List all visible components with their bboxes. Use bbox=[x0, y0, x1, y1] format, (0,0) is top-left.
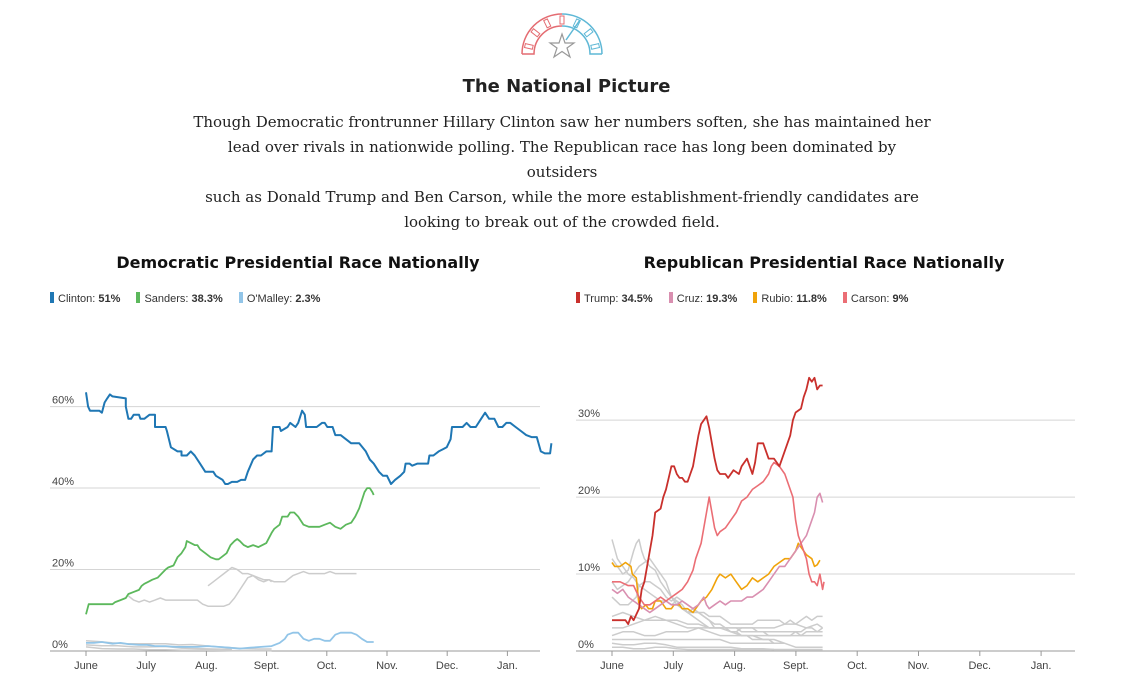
legend-value: 34.5% bbox=[621, 293, 653, 305]
other-candidate-line bbox=[207, 566, 273, 587]
y-tick-label: 30% bbox=[578, 408, 600, 420]
x-tick-label: July bbox=[136, 660, 156, 672]
legend-value: 38.3% bbox=[191, 293, 223, 305]
x-tick-label: Oct. bbox=[847, 660, 867, 672]
x-tick-label: June bbox=[74, 660, 98, 672]
legend-value: 19.3% bbox=[706, 293, 738, 305]
gauge-tick bbox=[530, 28, 541, 38]
legend-swatch bbox=[576, 292, 580, 303]
y-tick-label: 0% bbox=[52, 639, 68, 651]
y-tick-label: 60% bbox=[52, 395, 74, 407]
legend-swatch bbox=[842, 292, 847, 303]
x-tick-label: Dec. bbox=[436, 660, 459, 672]
star-icon bbox=[548, 32, 576, 59]
legend-label: O'Malley: bbox=[246, 293, 293, 305]
legend-item-cruz: Cruz: 19.3% bbox=[668, 292, 738, 305]
legend-label: Cruz: bbox=[676, 293, 704, 305]
legend-item-sanders: Sanders: 38.3% bbox=[136, 292, 223, 305]
gauge-tick bbox=[543, 18, 552, 29]
x-tick-label: Oct. bbox=[317, 660, 337, 672]
poll-gauge-logo bbox=[521, 13, 603, 59]
legend-item-rubio: Rubio: 11.8% bbox=[753, 292, 827, 305]
series-line-sanders bbox=[85, 487, 375, 615]
legend-value: 9% bbox=[892, 293, 909, 305]
republican-line-chart: 0% 10% 20% 30% June July Aug. Sept. Oct. Nov. Dec.… bbox=[576, 376, 1075, 672]
x-tick-label: Sept. bbox=[783, 660, 809, 672]
x-tick-label: Jan. bbox=[1031, 660, 1052, 672]
x-tick-label: June bbox=[600, 660, 624, 672]
legend-swatch bbox=[238, 292, 243, 303]
legend-swatch bbox=[668, 292, 673, 303]
democratic-chart-title: Democratic Presidential Race Nationally bbox=[116, 253, 480, 272]
legend-swatch bbox=[753, 292, 758, 303]
republican-chart-title: Republican Presidential Race Nationally bbox=[643, 253, 1005, 272]
x-tick-label: Nov. bbox=[908, 660, 930, 672]
gauge-tick bbox=[583, 28, 594, 38]
legend-label: Trump: bbox=[584, 293, 619, 305]
page-title: The National Picture bbox=[462, 76, 671, 97]
democratic-line-chart: 0% 20% 40% 60% June July Aug. Sept. Oct. Nov. Dec.… bbox=[50, 392, 553, 672]
legend-label: Clinton: bbox=[58, 293, 96, 305]
y-tick-label: 40% bbox=[52, 476, 74, 488]
y-tick-label: 0% bbox=[578, 639, 594, 651]
intro-line: such as Donald Trump and Ben Carson, whi… bbox=[205, 188, 919, 206]
x-tick-label: Sept. bbox=[254, 660, 280, 672]
legend-swatch bbox=[136, 292, 141, 303]
legend-label: Rubio: bbox=[761, 293, 794, 305]
intro-line: Though Democratic frontrunner Hillary Cl… bbox=[193, 113, 931, 131]
other-candidate-line bbox=[127, 570, 357, 607]
legend-item-carson: Carson: 9% bbox=[842, 292, 909, 305]
series-line-trump bbox=[612, 376, 823, 625]
legend-label: Sanders: bbox=[144, 293, 189, 305]
legend-item-clinton: Clinton: 51% bbox=[50, 292, 120, 305]
x-tick-label: Nov. bbox=[376, 660, 398, 672]
legend-value: 11.8% bbox=[796, 293, 827, 305]
intro-line: looking to break out of the crowded fiel… bbox=[404, 213, 720, 231]
republican-legend: Trump: 34.5% Cruz: 19.3% Rubio: 11.8% Ca… bbox=[576, 292, 921, 305]
legend-value: 51% bbox=[98, 293, 121, 305]
gauge-tick bbox=[559, 15, 565, 25]
legend-label: Carson: bbox=[850, 293, 890, 305]
x-tick-label: July bbox=[664, 660, 684, 672]
y-tick-label: 20% bbox=[52, 558, 74, 570]
y-tick-label: 20% bbox=[578, 485, 600, 497]
intro-line: lead over rivals in nationwide polling. … bbox=[227, 138, 897, 181]
series-line-cruz bbox=[611, 492, 824, 614]
x-tick-label: Dec. bbox=[968, 660, 991, 672]
series-line-clinton bbox=[85, 392, 553, 485]
democratic-legend: Clinton: 51% Sanders: 38.3% O'Malley: 2.… bbox=[50, 292, 333, 305]
legend-swatch bbox=[50, 292, 54, 303]
gauge-tick bbox=[523, 42, 534, 50]
x-tick-label: Aug. bbox=[195, 660, 218, 672]
intro-paragraph: Though Democratic frontrunner Hillary Cl… bbox=[192, 110, 932, 235]
gauge-tick bbox=[590, 42, 601, 50]
legend-item-omalley: O'Malley: 2.3% bbox=[238, 292, 321, 305]
y-tick-label: 10% bbox=[578, 562, 600, 574]
legend-item-trump: Trump: 34.5% bbox=[576, 292, 653, 305]
x-tick-label: Aug. bbox=[723, 660, 746, 672]
x-tick-label: Jan. bbox=[497, 660, 518, 672]
legend-value: 2.3% bbox=[295, 293, 321, 305]
